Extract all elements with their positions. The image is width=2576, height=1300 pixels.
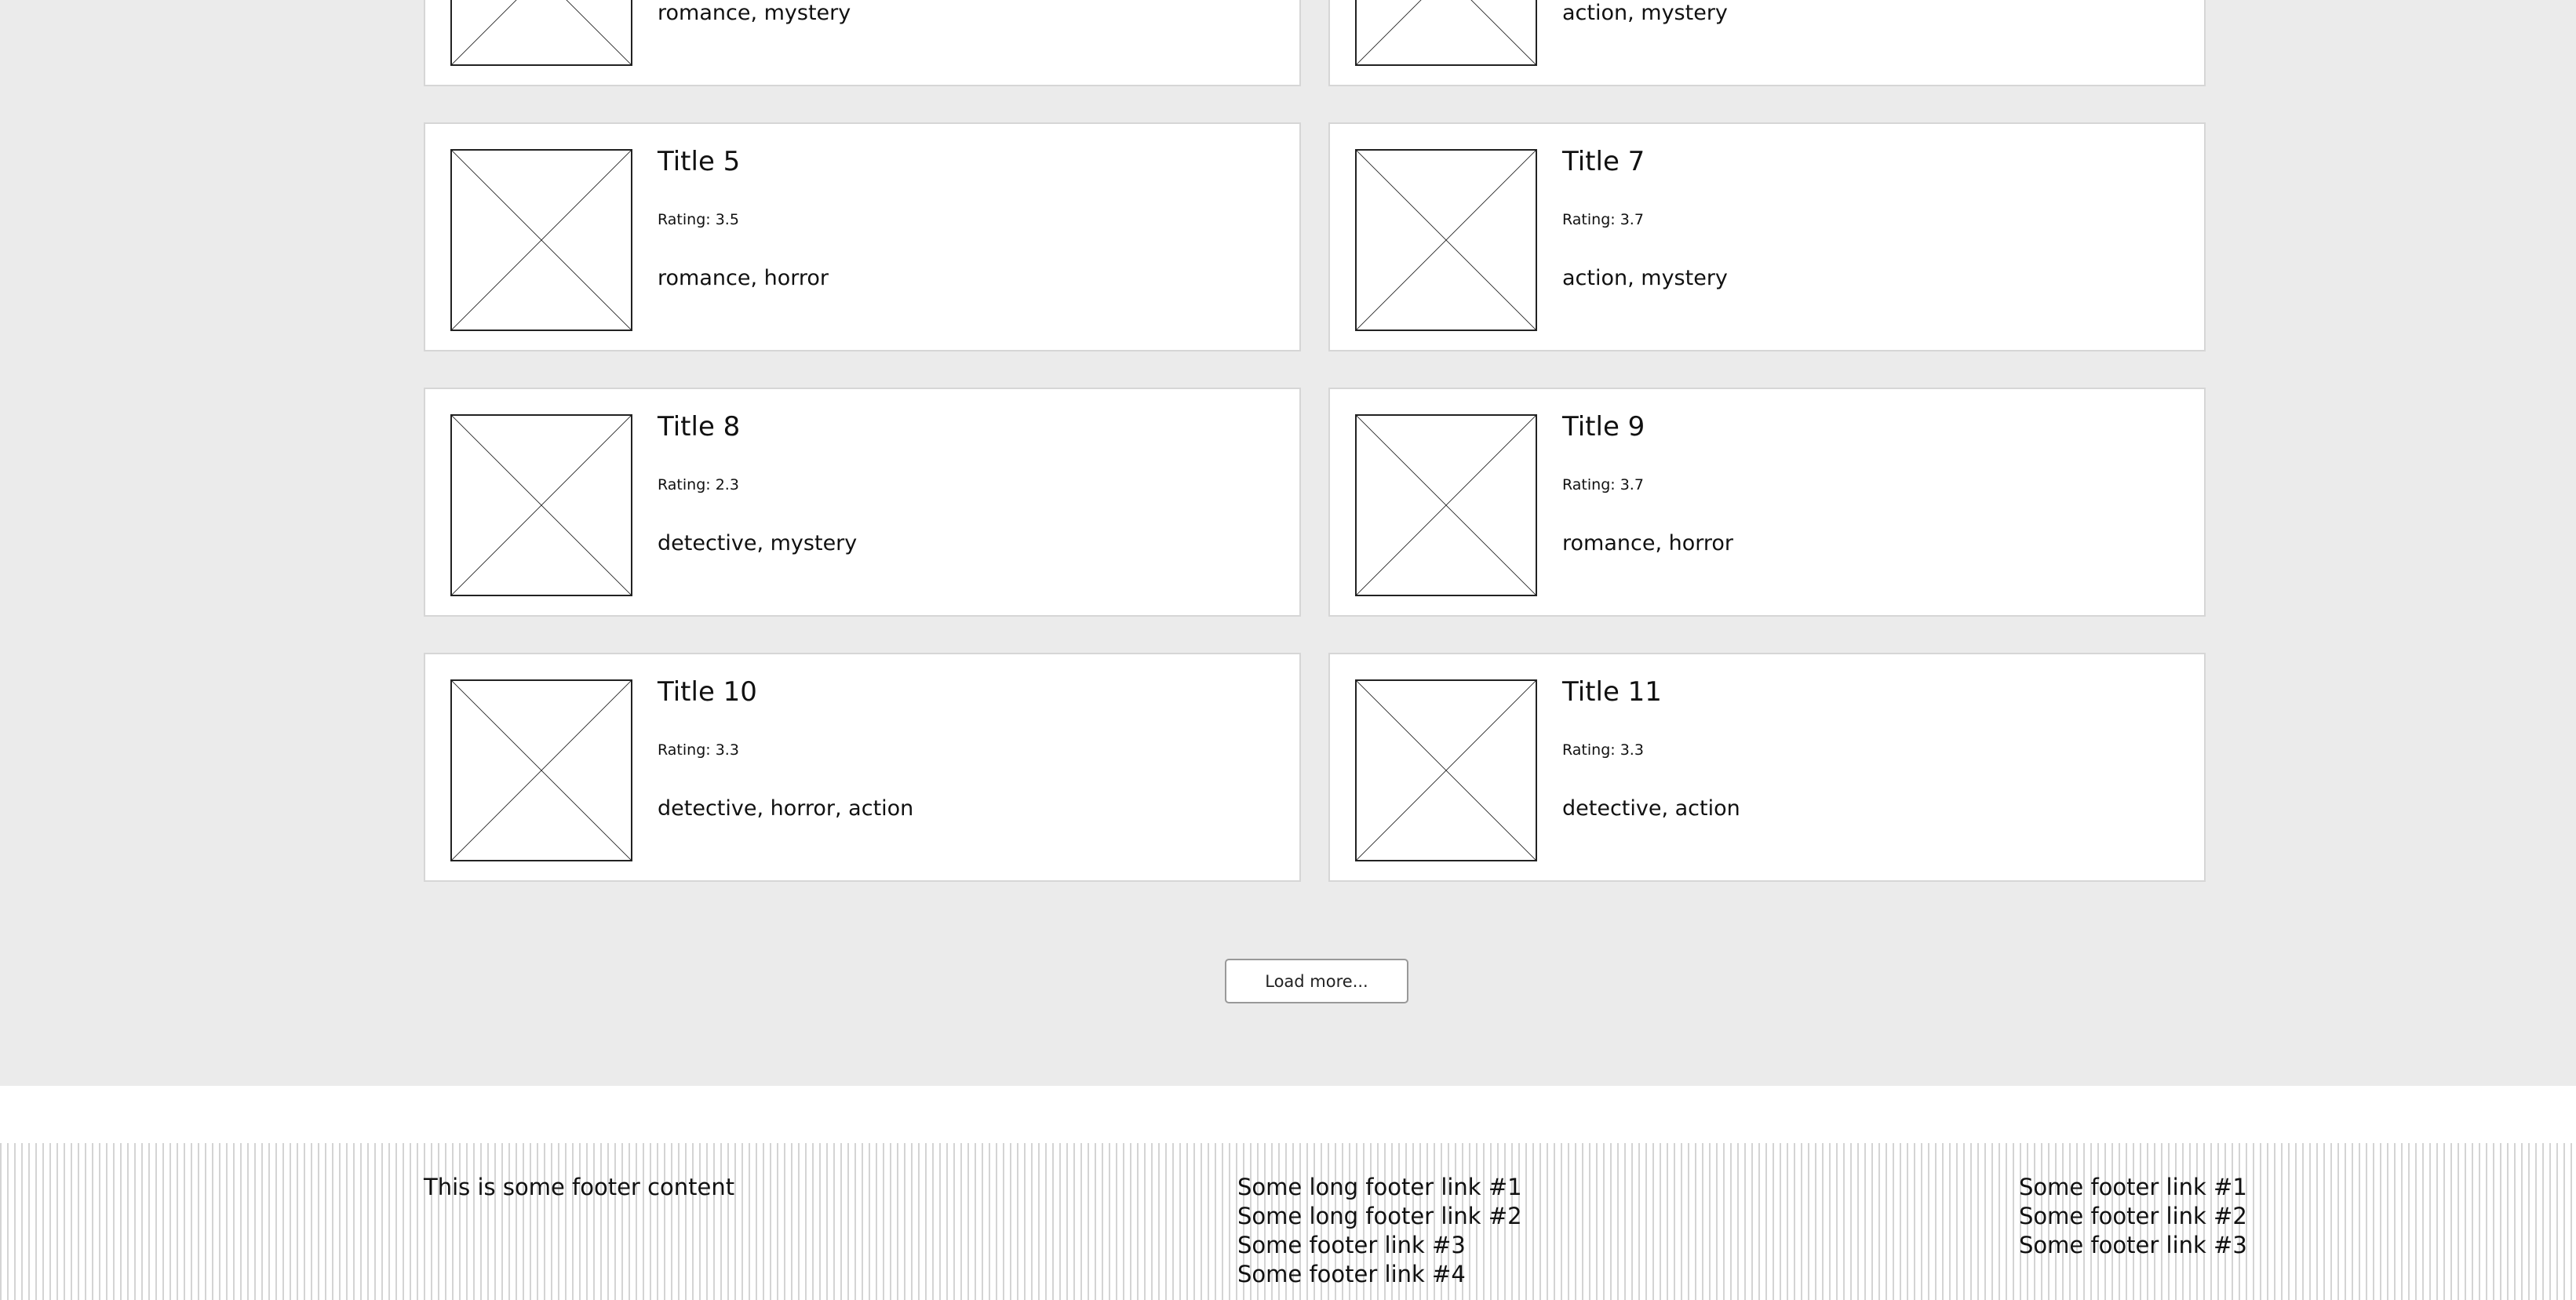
card-rating: Rating: 3.7 — [1562, 476, 1644, 493]
results-area: romance, mystery action, mystery Title 5… — [0, 0, 2576, 1086]
result-card[interactable]: Title 10 Rating: 3.3 detective, horror, … — [424, 653, 1301, 882]
result-card[interactable]: romance, mystery — [424, 0, 1301, 86]
card-genres: action, mystery — [1562, 1, 1728, 25]
result-card[interactable]: Title 8 Rating: 2.3 detective, mystery — [424, 388, 1301, 617]
card-rating: Rating: 3.3 — [658, 741, 739, 759]
card-genres: detective, horror, action — [658, 796, 914, 821]
card-genres: romance, horror — [658, 266, 829, 290]
image-placeholder-icon — [1355, 149, 1537, 331]
footer-link[interactable]: Some footer link #2 — [2019, 1202, 2247, 1231]
footer-links-primary: Some long footer link #1 Some long foote… — [1237, 1173, 1522, 1289]
image-placeholder-icon — [1355, 679, 1537, 861]
card-title[interactable]: Title 9 — [1562, 411, 1645, 442]
result-card[interactable]: Title 11 Rating: 3.3 detective, action — [1328, 653, 2206, 882]
footer-link[interactable]: Some long footer link #1 — [1237, 1173, 1522, 1202]
footer-link[interactable]: Some footer link #3 — [2019, 1231, 2247, 1260]
footer-content: This is some footer content — [424, 1174, 735, 1200]
card-rating: Rating: 3.3 — [1562, 741, 1644, 759]
load-more-button[interactable]: Load more... — [1225, 959, 1408, 1003]
card-genres: detective, mystery — [658, 531, 858, 555]
image-placeholder-icon — [450, 679, 632, 861]
footer-link[interactable]: Some footer link #4 — [1237, 1260, 1522, 1289]
card-title[interactable]: Title 11 — [1562, 676, 1662, 708]
card-genres: detective, action — [1562, 796, 1740, 821]
image-placeholder-icon — [1355, 0, 1537, 66]
image-placeholder-icon — [450, 149, 632, 331]
card-genres: action, mystery — [1562, 266, 1728, 290]
footer-link[interactable]: Some long footer link #2 — [1237, 1202, 1522, 1231]
footer: This is some footer content Some long fo… — [0, 1086, 2576, 1300]
image-placeholder-icon — [450, 414, 632, 596]
card-genres: romance, mystery — [658, 1, 851, 25]
result-card[interactable]: action, mystery — [1328, 0, 2206, 86]
footer-link[interactable]: Some footer link #3 — [1237, 1231, 1522, 1260]
image-placeholder-icon — [1355, 414, 1537, 596]
footer-link[interactable]: Some footer link #1 — [2019, 1173, 2247, 1202]
card-rating: Rating: 2.3 — [658, 476, 739, 493]
card-genres: romance, horror — [1562, 531, 1733, 555]
card-title[interactable]: Title 10 — [658, 676, 757, 708]
result-card[interactable]: Title 5 Rating: 3.5 romance, horror — [424, 122, 1301, 351]
result-card[interactable]: Title 7 Rating: 3.7 action, mystery — [1328, 122, 2206, 351]
card-title[interactable]: Title 5 — [658, 146, 740, 177]
footer-links-secondary: Some footer link #1 Some footer link #2 … — [2019, 1173, 2247, 1260]
card-rating: Rating: 3.5 — [658, 211, 739, 228]
card-title[interactable]: Title 8 — [658, 411, 740, 442]
card-rating: Rating: 3.7 — [1562, 211, 1644, 228]
result-card[interactable]: Title 9 Rating: 3.7 romance, horror — [1328, 388, 2206, 617]
image-placeholder-icon — [450, 0, 632, 66]
card-title[interactable]: Title 7 — [1562, 146, 1645, 177]
